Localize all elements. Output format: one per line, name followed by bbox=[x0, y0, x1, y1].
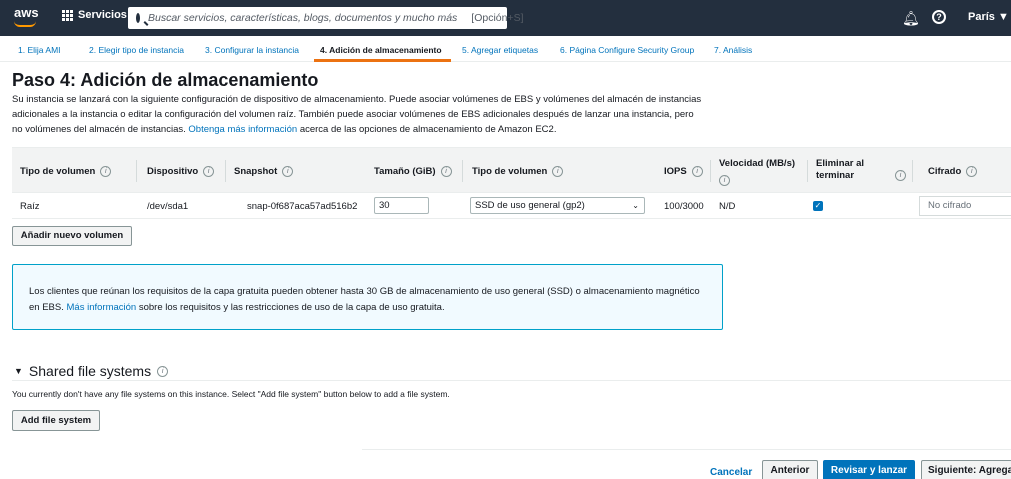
info-icon[interactable]: i bbox=[282, 166, 294, 177]
size-input[interactable]: 30 bbox=[374, 197, 429, 214]
region-selector[interactable]: París ▼ bbox=[968, 11, 1009, 23]
step-add-storage[interactable]: 4. Adición de almacenamiento bbox=[320, 45, 442, 55]
previous-button[interactable]: Anterior bbox=[762, 460, 818, 479]
info-icon[interactable]: i bbox=[203, 166, 215, 177]
delete-on-termination-checkbox[interactable]: ✓ bbox=[813, 201, 823, 211]
step-review[interactable]: 7. Análisis bbox=[714, 45, 752, 55]
info-icon[interactable]: i bbox=[157, 365, 169, 377]
cell-volume-type: Raíz bbox=[20, 201, 40, 212]
aws-logo-smile bbox=[14, 21, 36, 27]
more-info-link[interactable]: Más información bbox=[67, 302, 137, 313]
col-size: Tamaño (GiB) i bbox=[374, 166, 452, 177]
next-button[interactable]: Siguiente: Agregar bbox=[921, 460, 1011, 479]
info-icon[interactable]: i bbox=[691, 166, 703, 177]
step-add-tags[interactable]: 5. Agregar etiquetas bbox=[462, 45, 538, 55]
col-volume-type: Tipo de volumen i bbox=[20, 166, 112, 177]
col-device: Dispositivo i bbox=[147, 166, 215, 177]
top-nav-bar: aws Servicios Buscar servicios, caracter… bbox=[0, 0, 1011, 36]
step-instance-type[interactable]: 2. Elegir tipo de instancia bbox=[89, 45, 184, 55]
volume-type-value: SSD de uso general (gp2) bbox=[475, 200, 585, 211]
col-encryption: Cifrado i bbox=[928, 166, 978, 177]
services-label: Servicios bbox=[78, 9, 127, 21]
services-menu-button[interactable]: Servicios bbox=[62, 9, 127, 21]
shared-fs-title: Shared file systems bbox=[28, 363, 152, 379]
col-volume-kind: Tipo de volumen i bbox=[472, 166, 564, 177]
free-tier-info-box: Los clientes que reúnan los requisitos d… bbox=[12, 264, 723, 330]
search-input[interactable]: Buscar servicios, características, blogs… bbox=[128, 7, 524, 29]
wizard-steps: 1. Elija AMI 2. Elegir tipo de instancia… bbox=[0, 40, 1011, 62]
storage-table-header: Tipo de volumen i Dispositivo i Snapshot i … bbox=[12, 147, 1011, 193]
info-icon[interactable]: i bbox=[552, 166, 564, 177]
col-throughput: Velocidad (MB/s) i bbox=[719, 158, 796, 186]
caret-down-icon: ▼ bbox=[14, 366, 23, 376]
shared-fs-description: You currently don't have any file system… bbox=[12, 389, 450, 399]
info-icon[interactable]: i bbox=[966, 166, 978, 177]
info-icon[interactable]: i bbox=[100, 166, 112, 177]
table-row: Raíz /dev/sda1 snap-0f687aca57ad516b2 30… bbox=[12, 193, 1011, 219]
search-icon bbox=[136, 13, 140, 23]
cell-device: /dev/sda1 bbox=[147, 201, 189, 212]
divider bbox=[362, 449, 1011, 450]
chevron-down-icon: ⌄ bbox=[632, 201, 639, 210]
search-placeholder: Buscar servicios, características, blogs… bbox=[148, 12, 458, 24]
volume-type-select[interactable]: SSD de uso general (gp2) ⌄ bbox=[470, 197, 645, 214]
divider bbox=[12, 380, 1011, 381]
add-file-system-button[interactable]: Add file system bbox=[12, 410, 100, 431]
learn-more-link[interactable]: Obtenga más información bbox=[188, 124, 297, 135]
add-volume-button[interactable]: Añadir nuevo volumen bbox=[12, 226, 132, 246]
col-snapshot: Snapshot i bbox=[234, 166, 294, 177]
grid-icon bbox=[62, 9, 73, 21]
cancel-link[interactable]: Cancelar bbox=[710, 467, 752, 478]
help-icon[interactable]: ? bbox=[932, 10, 946, 24]
cell-snapshot: snap-0f687aca57ad516b2 bbox=[247, 201, 358, 212]
encryption-select[interactable]: No cifrado bbox=[919, 196, 1011, 216]
shared-fs-toggle[interactable]: ▼ Shared file systems i bbox=[14, 363, 169, 379]
info-icon[interactable]: i bbox=[895, 170, 906, 181]
aws-logo[interactable]: aws bbox=[14, 6, 39, 20]
intro-text: Su instancia se lanzará con la siguiente… bbox=[12, 92, 702, 137]
page-title: Paso 4: Adición de almacenamiento bbox=[12, 70, 319, 90]
review-and-launch-button[interactable]: Revisar y lanzar bbox=[823, 460, 915, 479]
col-iops: IOPS i bbox=[664, 166, 703, 177]
cell-throughput: N/D bbox=[719, 201, 736, 212]
info-icon[interactable]: i bbox=[719, 175, 730, 186]
col-delete-on-termination: Eliminar al terminar i bbox=[816, 158, 906, 182]
active-step-indicator bbox=[314, 59, 451, 62]
step-configure-instance[interactable]: 3. Configurar la instancia bbox=[205, 45, 299, 55]
search-shortcut: [Opción+S] bbox=[471, 12, 524, 24]
info-suffix: sobre los requisitos y las restricciones… bbox=[138, 302, 445, 313]
bell-icon[interactable]: 🔔︎ bbox=[902, 10, 920, 27]
intro-suffix: acerca de las opciones de almacenamiento… bbox=[299, 124, 557, 135]
cell-iops: 100/3000 bbox=[664, 201, 704, 212]
step-choose-ami[interactable]: 1. Elija AMI bbox=[18, 45, 61, 55]
step-security-group[interactable]: 6. Página Configure Security Group bbox=[560, 45, 694, 55]
info-icon[interactable]: i bbox=[440, 166, 452, 177]
